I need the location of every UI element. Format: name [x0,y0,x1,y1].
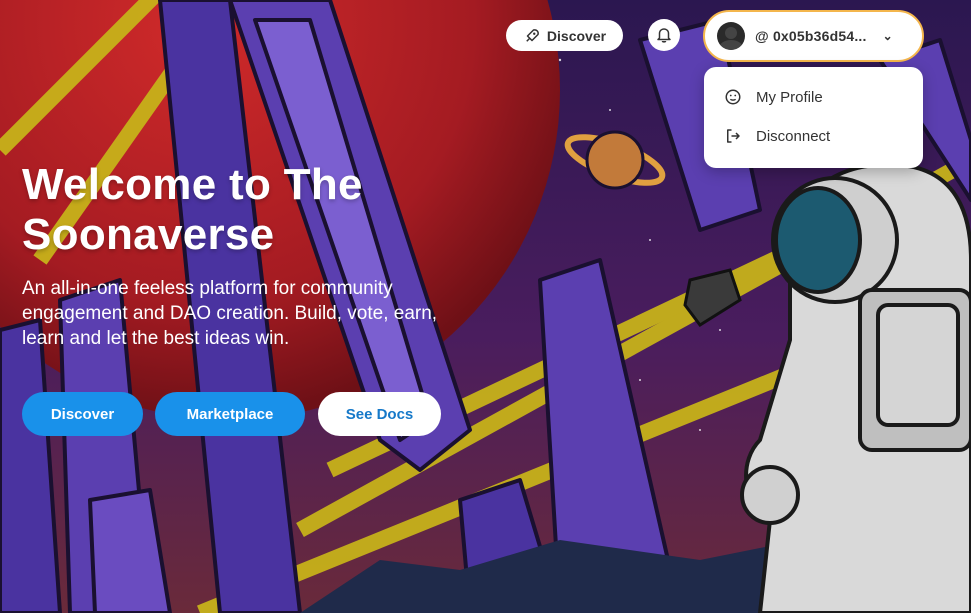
hero-description: An all-in-one feeless platform for commu… [22,278,438,349]
discover-button[interactable]: Discover [22,392,143,436]
account-menu-button[interactable]: @ 0x05b36d54... ⌄ [703,10,924,62]
marketplace-button[interactable]: Marketplace [155,392,305,436]
smiley-icon [725,89,741,105]
hero-title: Welcome to The Soonaverse [22,160,363,260]
avatar [717,22,745,50]
hero-title-line2: Soonaverse [22,210,275,259]
my-profile-label: My Profile [756,88,823,106]
see-docs-button[interactable]: See Docs [318,392,441,436]
discover-nav-button[interactable]: Discover [506,20,623,51]
top-navigation: Discover @ 0x05b36d54... ⌄ [0,0,971,70]
rocket-icon [526,28,539,42]
notifications-button[interactable] [648,19,680,51]
discover-nav-label: Discover [546,27,607,44]
account-dropdown-menu: My Profile Disconnect [704,67,923,168]
hero-title-line1: Welcome to The [22,160,363,209]
account-address: @ 0x05b36d54... [755,28,867,44]
logout-icon [727,129,740,143]
bell-icon [657,28,671,43]
chevron-down-icon: ⌄ [882,29,893,43]
disconnect-label: Disconnect [756,127,831,145]
menu-item-disconnect[interactable]: Disconnect [724,127,830,145]
menu-item-my-profile[interactable]: My Profile [724,88,823,106]
